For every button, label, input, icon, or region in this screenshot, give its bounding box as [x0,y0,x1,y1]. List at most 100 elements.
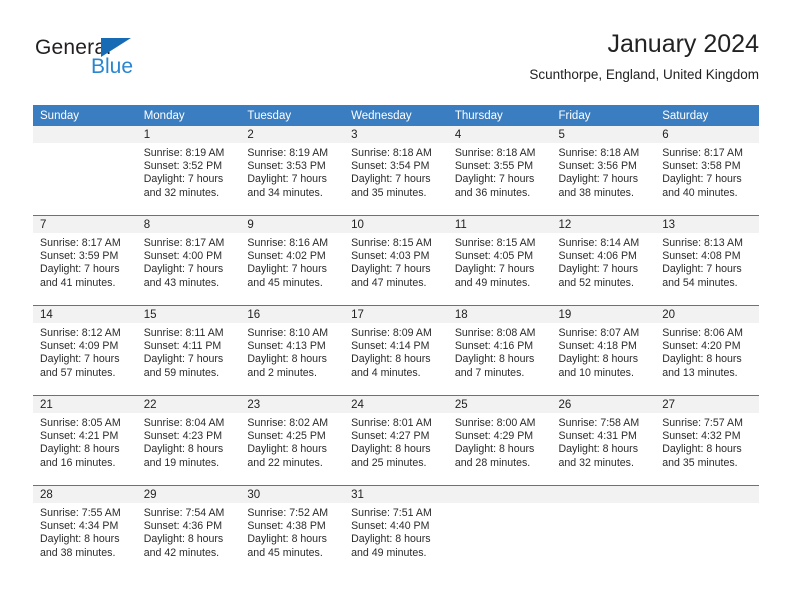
calendar-day-cell[interactable]: 2 Sunrise: 8:19 AM Sunset: 3:53 PM Daylight… [240,126,345,216]
daylight-text-line2: and 28 minutes. [454,456,531,469]
sunset-text: Sunset: 3:58 PM [662,160,741,173]
daylight-text-line2: and 42 minutes. [143,546,220,559]
sunrise-text: Sunrise: 8:18 AM [454,147,536,159]
day-number: 3 [344,126,448,143]
calendar-body: 1 Sunrise: 8:19 AM Sunset: 3:52 PM Daylight… [33,126,759,575]
day-cell-details: Sunrise: 8:06 AM Sunset: 4:20 PM Daylight:… [655,323,759,380]
calendar-day-cell[interactable]: 29 Sunrise: 7:54 AM Sunset: 4:36 PM Dayligh… [136,485,241,575]
sunrise-text: Sunrise: 7:58 AM [558,417,640,429]
daylight-text-line2: and 22 minutes. [247,456,323,469]
calendar-day-cell[interactable]: 18 Sunrise: 8:08 AM Sunset: 4:16 PM Dayligh… [447,305,552,396]
calendar-day-cell[interactable]: 27 Sunrise: 7:57 AM Sunset: 4:32 PM Dayligh… [655,395,759,486]
weekday-header-saturday: Saturday [655,105,759,126]
calendar-day-cell[interactable]: 3 Sunrise: 8:18 AM Sunset: 3:54 PM Daylight… [344,126,448,216]
calendar-day-cell[interactable]: 5 Sunrise: 8:18 AM Sunset: 3:56 PM Daylight… [551,126,656,216]
day-cell-details: Sunrise: 8:19 AM Sunset: 3:52 PM Daylight:… [137,143,241,200]
calendar-day-cell[interactable]: 22 Sunrise: 8:04 AM Sunset: 4:23 PM Dayligh… [136,395,241,486]
day-number: 6 [655,126,759,143]
calendar-day-cell[interactable]: 19 Sunrise: 8:07 AM Sunset: 4:18 PM Dayligh… [551,305,656,396]
day-cell-inner: 12 Sunrise: 8:14 AM Sunset: 4:06 PM Dayligh… [551,216,656,305]
general-blue-logo[interactable]: General Blue [35,36,225,92]
sunrise-text: Sunrise: 8:17 AM [662,147,743,159]
calendar-day-cell[interactable]: 21 Sunrise: 8:05 AM Sunset: 4:21 PM Dayligh… [33,395,137,486]
sunrise-text: Sunrise: 8:18 AM [351,147,432,159]
sunset-text: Sunset: 4:29 PM [454,430,534,443]
daylight-text-line1: Daylight: 7 hours [351,263,431,276]
calendar-day-cell[interactable]: 8 Sunrise: 8:17 AM Sunset: 4:00 PM Daylight… [136,215,241,306]
daylight-text-line1: Daylight: 8 hours [558,443,639,456]
calendar-day-cell [551,485,656,575]
day-cell-details: Sunrise: 8:18 AM Sunset: 3:55 PM Daylight:… [448,143,552,200]
day-cell-details: Sunrise: 8:17 AM Sunset: 4:00 PM Daylight:… [137,233,241,290]
daylight-text-line1: Daylight: 8 hours [351,443,431,456]
page-header: General Blue January 2024 Scunthorpe, En… [33,28,759,96]
calendar-day-cell [33,126,137,216]
calendar-day-cell[interactable]: 16 Sunrise: 8:10 AM Sunset: 4:13 PM Dayligh… [240,305,345,396]
sunset-text: Sunset: 3:52 PM [143,160,223,173]
daylight-text-line1: Daylight: 7 hours [454,173,535,186]
day-number: 8 [136,216,241,233]
daylight-text-line1: Daylight: 7 hours [558,263,639,276]
sunset-text: Sunset: 4:32 PM [662,430,741,443]
day-cell-details: Sunrise: 8:14 AM Sunset: 4:06 PM Daylight:… [552,233,656,290]
day-cell-inner: 8 Sunrise: 8:17 AM Sunset: 4:00 PM Daylight… [136,216,241,305]
calendar-day-cell[interactable]: 24 Sunrise: 8:01 AM Sunset: 4:27 PM Dayligh… [344,395,448,486]
daylight-text-line2: and 43 minutes. [143,276,220,289]
daylight-text-line1: Daylight: 8 hours [351,533,431,546]
day-cell-inner: 23 Sunrise: 8:02 AM Sunset: 4:25 PM Dayligh… [240,396,345,485]
daylight-text-line1: Daylight: 7 hours [247,173,327,186]
day-cell-inner: 21 Sunrise: 8:05 AM Sunset: 4:21 PM Dayligh… [33,396,137,485]
daylight-text-line1: Daylight: 8 hours [662,443,742,456]
calendar-day-cell[interactable]: 12 Sunrise: 8:14 AM Sunset: 4:06 PM Dayligh… [551,215,656,306]
daylight-text-line1: Daylight: 8 hours [351,353,431,366]
sunrise-text: Sunrise: 8:17 AM [143,237,225,249]
weekday-header-sunday: Sunday [33,105,137,126]
day-number [551,486,656,503]
calendar-day-cell[interactable]: 23 Sunrise: 8:02 AM Sunset: 4:25 PM Dayligh… [240,395,345,486]
daylight-text-line2: and 45 minutes. [247,276,323,289]
calendar-week-row: 21 Sunrise: 8:05 AM Sunset: 4:21 PM Dayligh… [33,395,759,486]
day-number: 5 [551,126,656,143]
calendar-day-cell[interactable]: 7 Sunrise: 8:17 AM Sunset: 3:59 PM Daylight… [33,215,137,306]
calendar-day-cell[interactable]: 17 Sunrise: 8:09 AM Sunset: 4:14 PM Dayligh… [344,305,448,396]
sunset-text: Sunset: 4:34 PM [40,520,119,533]
calendar-day-cell[interactable]: 20 Sunrise: 8:06 AM Sunset: 4:20 PM Dayligh… [655,305,759,396]
calendar-day-cell[interactable]: 26 Sunrise: 7:58 AM Sunset: 4:31 PM Dayligh… [551,395,656,486]
calendar-day-cell[interactable]: 13 Sunrise: 8:13 AM Sunset: 4:08 PM Dayligh… [655,215,759,306]
day-number: 31 [344,486,448,503]
calendar-day-cell[interactable]: 11 Sunrise: 8:15 AM Sunset: 4:05 PM Dayligh… [447,215,552,306]
day-number: 4 [447,126,552,143]
calendar-page: General Blue January 2024 Scunthorpe, En… [0,0,792,612]
day-number: 23 [240,396,345,413]
calendar-day-cell[interactable]: 14 Sunrise: 8:12 AM Sunset: 4:09 PM Dayligh… [33,305,137,396]
calendar-day-cell[interactable]: 30 Sunrise: 7:52 AM Sunset: 4:38 PM Dayligh… [240,485,345,575]
daylight-text-line2: and 13 minutes. [662,366,738,379]
day-number: 9 [240,216,345,233]
calendar-day-cell[interactable]: 1 Sunrise: 8:19 AM Sunset: 3:52 PM Daylight… [136,126,241,216]
day-cell-inner: 22 Sunrise: 8:04 AM Sunset: 4:23 PM Dayligh… [136,396,241,485]
sunset-text: Sunset: 4:05 PM [454,250,534,263]
calendar-day-cell[interactable]: 28 Sunrise: 7:55 AM Sunset: 4:34 PM Dayligh… [33,485,137,575]
day-number [655,486,759,503]
sunset-text: Sunset: 4:31 PM [558,430,637,443]
day-cell-inner: 20 Sunrise: 8:06 AM Sunset: 4:20 PM Dayligh… [655,306,759,395]
daylight-text-line2: and 57 minutes. [40,366,116,379]
sunset-text: Sunset: 3:55 PM [454,160,534,173]
sunrise-text: Sunrise: 8:07 AM [558,327,640,339]
calendar-day-cell[interactable]: 25 Sunrise: 8:00 AM Sunset: 4:29 PM Dayligh… [447,395,552,486]
day-cell-inner: 17 Sunrise: 8:09 AM Sunset: 4:14 PM Dayligh… [344,306,448,395]
calendar-day-cell[interactable]: 9 Sunrise: 8:16 AM Sunset: 4:02 PM Daylight… [240,215,345,306]
calendar-day-cell[interactable]: 6 Sunrise: 8:17 AM Sunset: 3:58 PM Daylight… [655,126,759,216]
daylight-text-line1: Daylight: 7 hours [247,263,327,276]
day-number: 11 [447,216,552,233]
daylight-text-line2: and 32 minutes. [143,186,220,199]
daylight-text-line1: Daylight: 8 hours [558,353,639,366]
calendar-day-cell[interactable]: 31 Sunrise: 7:51 AM Sunset: 4:40 PM Dayligh… [344,485,448,575]
daylight-text-line2: and 7 minutes. [454,366,525,379]
sunrise-text: Sunrise: 8:05 AM [40,417,121,429]
day-cell-inner: 28 Sunrise: 7:55 AM Sunset: 4:34 PM Dayligh… [33,486,137,575]
calendar-day-cell[interactable]: 10 Sunrise: 8:15 AM Sunset: 4:03 PM Dayligh… [344,215,448,306]
day-number: 15 [136,306,241,323]
calendar-day-cell[interactable]: 4 Sunrise: 8:18 AM Sunset: 3:55 PM Daylight… [447,126,552,216]
calendar-day-cell[interactable]: 15 Sunrise: 8:11 AM Sunset: 4:11 PM Dayligh… [136,305,241,396]
